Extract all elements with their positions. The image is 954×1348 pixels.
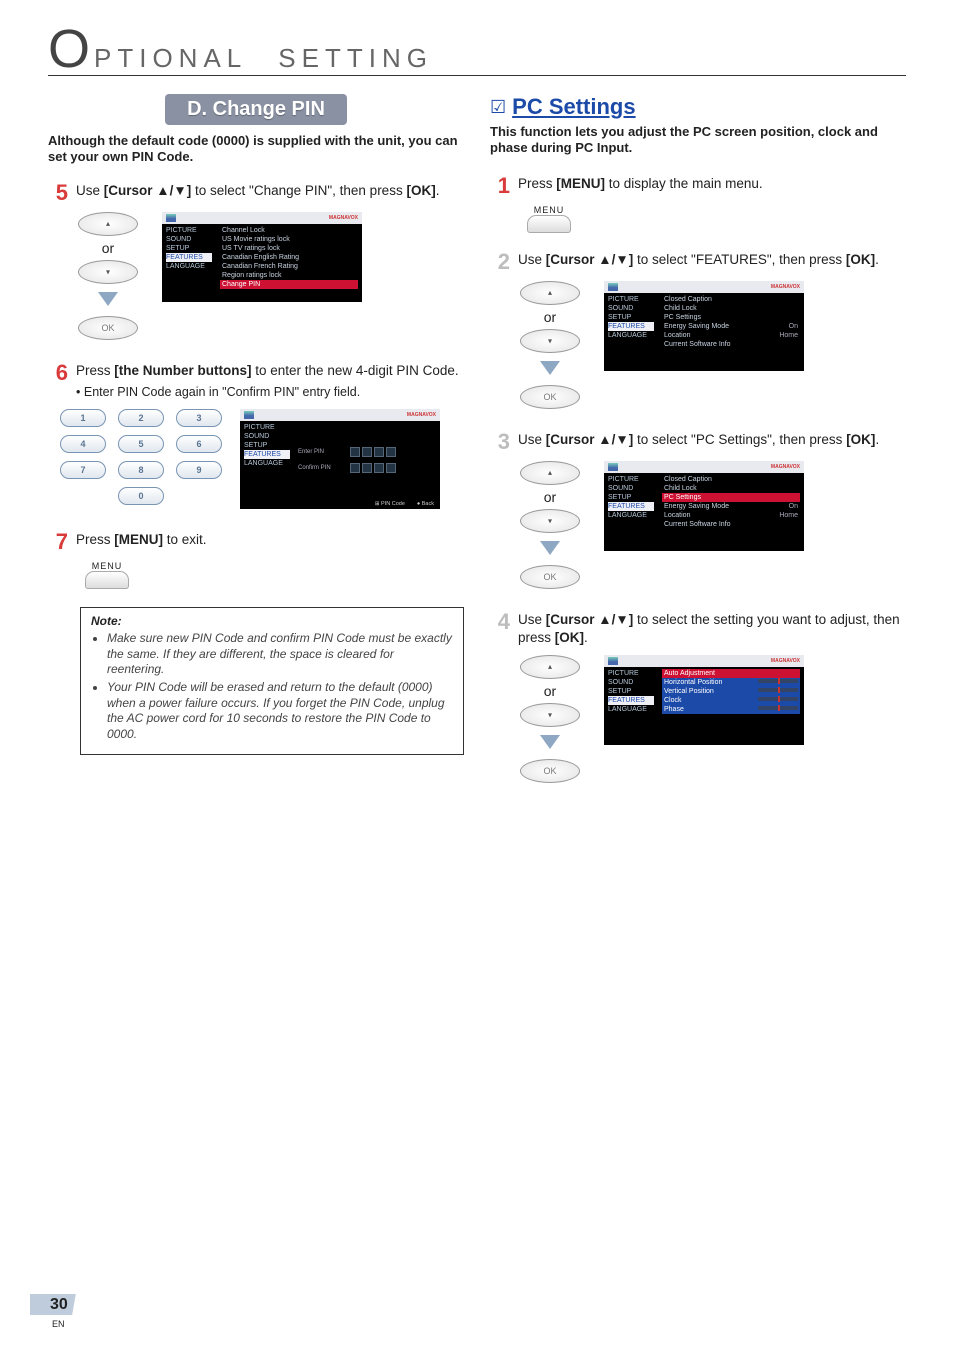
- cursor-up-button[interactable]: [78, 212, 138, 236]
- menu-button[interactable]: [527, 215, 571, 233]
- step-2-number: 2: [490, 251, 510, 273]
- note-item: Your PIN Code will be erased and return …: [107, 680, 453, 742]
- number-5-button[interactable]: 5: [118, 435, 164, 453]
- cursor-down-button[interactable]: [520, 509, 580, 533]
- step-6-text: Press [the Number buttons] to enter the …: [76, 362, 464, 401]
- step-7-text: Press [MENU] to exit.: [76, 531, 464, 553]
- step-1-number: 1: [490, 175, 510, 197]
- right-column: ☑ PC Settings This function lets you adj…: [490, 94, 906, 805]
- remote-cursor-diagram: or OK: [520, 281, 580, 409]
- step-5-number: 5: [48, 182, 68, 204]
- tv-menu-change-pin: MAGNAVOX PICTURESOUNDSETUPFEATURESLANGUA…: [162, 212, 362, 302]
- cursor-down-button[interactable]: [520, 329, 580, 353]
- number-7-button[interactable]: 7: [60, 461, 106, 479]
- step-6-number: 6: [48, 362, 68, 401]
- pc-settings-heading: ☑ PC Settings: [490, 94, 906, 120]
- chevron-down-icon: [540, 541, 560, 555]
- chevron-down-icon: [98, 292, 118, 306]
- number-4-button[interactable]: 4: [60, 435, 106, 453]
- check-icon: ☑: [490, 97, 506, 118]
- step-5-text: Use [Cursor ▲/▼] to select "Change PIN",…: [76, 182, 464, 204]
- ok-button[interactable]: OK: [520, 565, 580, 589]
- header-rest: PTIONAL SETTING: [94, 38, 433, 75]
- chevron-down-icon: [540, 361, 560, 375]
- menu-button[interactable]: [85, 571, 129, 589]
- tv-icon: [608, 657, 618, 665]
- note-item: Make sure new PIN Code and confirm PIN C…: [107, 631, 453, 678]
- cursor-up-button[interactable]: [520, 461, 580, 485]
- number-6-button[interactable]: 6: [176, 435, 222, 453]
- change-pin-badge: D. Change PIN: [48, 94, 464, 125]
- cursor-down-button[interactable]: [520, 703, 580, 727]
- tv-menu-features: MAGNAVOX PICTURESOUNDSETUPFEATURESLANGUA…: [604, 281, 804, 371]
- step-4-number: 4: [490, 611, 510, 647]
- step-3-text: Use [Cursor ▲/▼] to select "PC Settings"…: [518, 431, 906, 453]
- menu-button-diagram: MENU: [78, 561, 136, 589]
- number-2-button[interactable]: 2: [118, 409, 164, 427]
- number-8-button[interactable]: 8: [118, 461, 164, 479]
- number-9-button[interactable]: 9: [176, 461, 222, 479]
- tv-menu-pc-settings-adjust: MAGNAVOX PICTURESOUNDSETUPFEATURESLANGUA…: [604, 655, 804, 745]
- remote-cursor-diagram: or OK: [78, 212, 138, 340]
- ok-button[interactable]: OK: [520, 759, 580, 783]
- number-pad: 123 456 7890: [60, 409, 222, 505]
- step-7-number: 7: [48, 531, 68, 553]
- number-3-button[interactable]: 3: [176, 409, 222, 427]
- cursor-up-button[interactable]: [520, 281, 580, 305]
- step-3-number: 3: [490, 431, 510, 453]
- tv-menu-pc-settings-select: MAGNAVOX PICTURESOUNDSETUPFEATURESLANGUA…: [604, 461, 804, 551]
- step-2-text: Use [Cursor ▲/▼] to select "FEATURES", t…: [518, 251, 906, 273]
- remote-cursor-diagram: or OK: [520, 461, 580, 589]
- pc-settings-intro: This function lets you adjust the PC scr…: [490, 124, 906, 157]
- menu-button-diagram: MENU: [520, 205, 578, 233]
- step-4-text: Use [Cursor ▲/▼] to select the setting y…: [518, 611, 906, 647]
- remote-cursor-diagram: or OK: [520, 655, 580, 783]
- cursor-up-button[interactable]: [520, 655, 580, 679]
- left-column: D. Change PIN Although the default code …: [48, 94, 464, 805]
- cursor-down-button[interactable]: [78, 260, 138, 284]
- ok-button[interactable]: OK: [520, 385, 580, 409]
- number-0-button[interactable]: 0: [118, 487, 164, 505]
- number-1-button[interactable]: 1: [60, 409, 106, 427]
- page-number: 30 EN: [30, 1296, 76, 1332]
- note-box: Note: Make sure new PIN Code and confirm…: [80, 607, 464, 756]
- step-1-text: Press [MENU] to display the main menu.: [518, 175, 906, 197]
- tv-menu-pin-entry: MAGNAVOX PICTURESOUNDSETUPFEATURESLANGUA…: [240, 409, 440, 509]
- page-header: O PTIONAL SETTING: [48, 28, 906, 76]
- tv-icon: [608, 463, 618, 471]
- header-initial: O: [48, 28, 92, 71]
- tv-icon: [608, 283, 618, 291]
- ok-button[interactable]: OK: [78, 316, 138, 340]
- tv-icon: [166, 214, 176, 222]
- tv-icon: [244, 411, 254, 419]
- change-pin-intro: Although the default code (0000) is supp…: [48, 133, 464, 166]
- chevron-down-icon: [540, 735, 560, 749]
